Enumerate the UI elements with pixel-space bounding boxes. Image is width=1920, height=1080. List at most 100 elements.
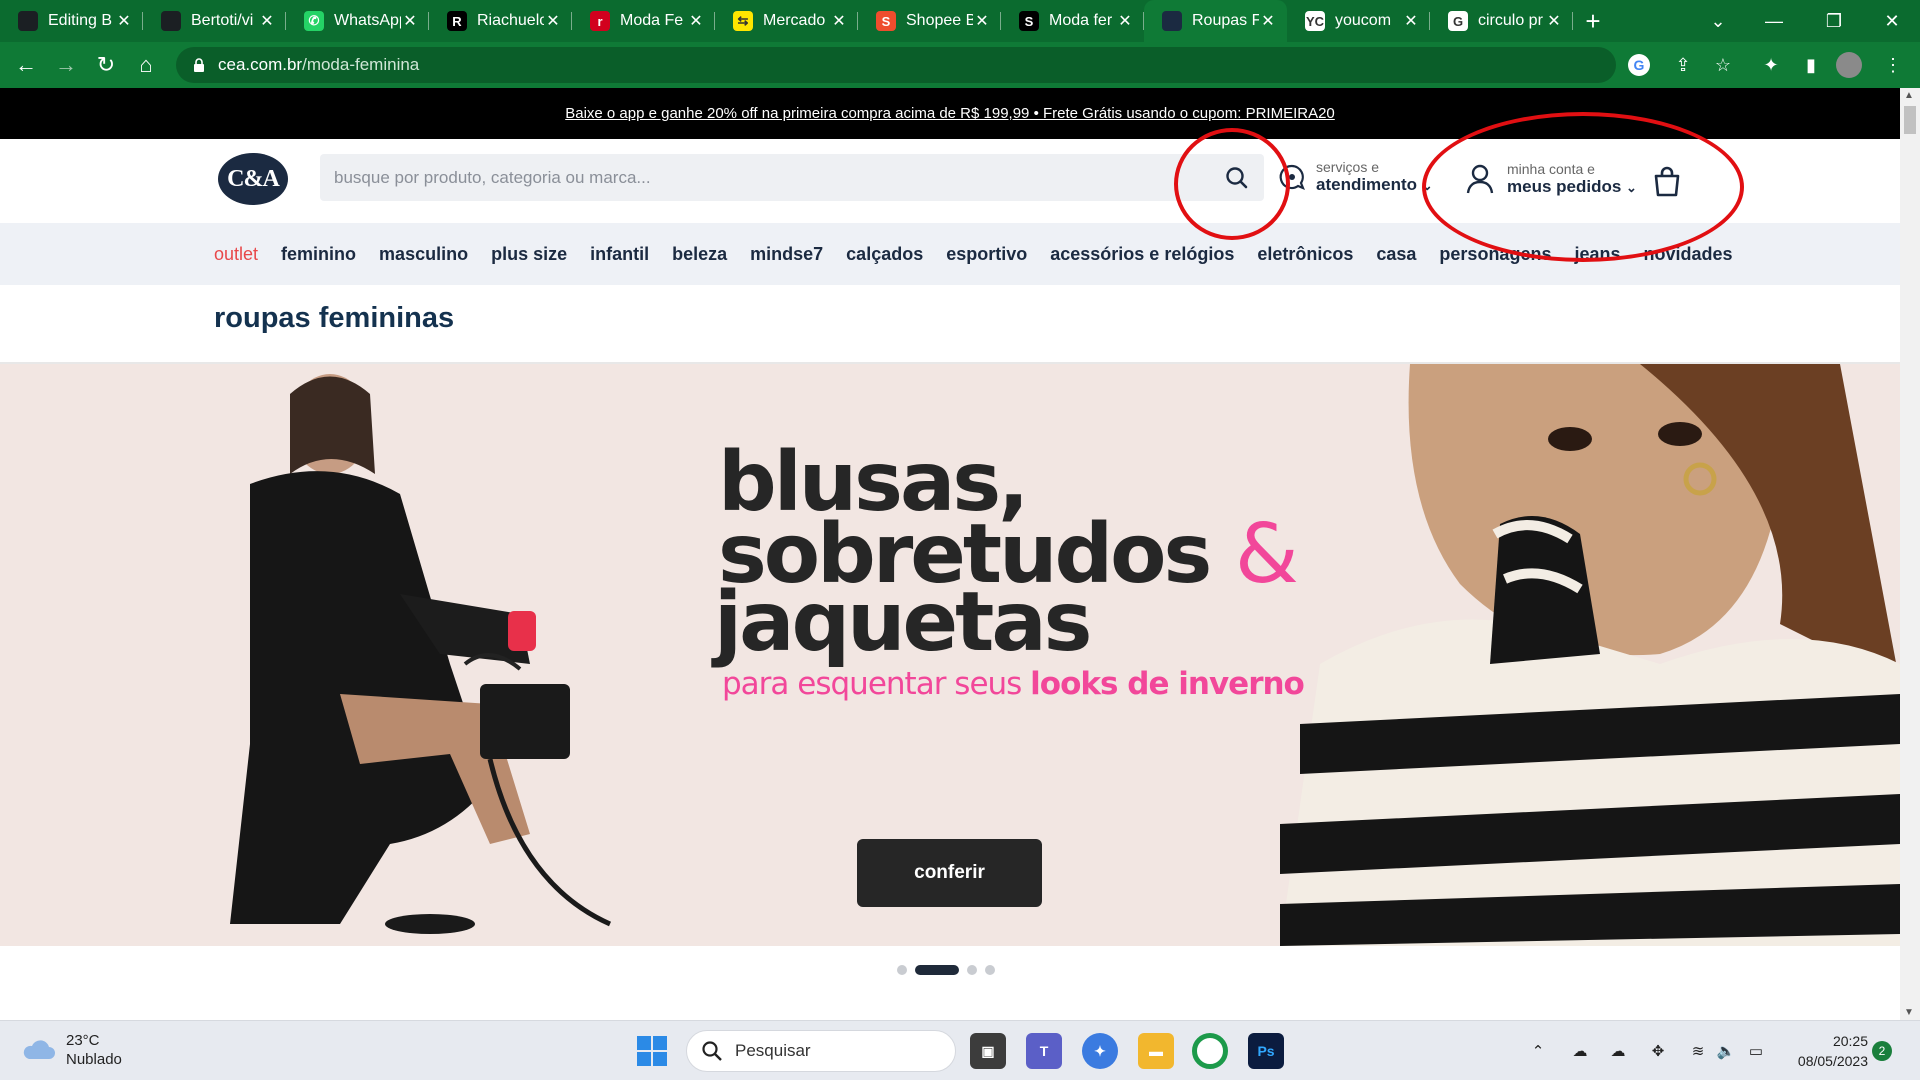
carousel-dots: [897, 965, 995, 975]
clock-date: 08/05/2023: [1797, 1053, 1868, 1069]
minimize-icon[interactable]: —: [1746, 0, 1802, 42]
file-explorer-icon[interactable]: ▬: [1138, 1033, 1174, 1069]
new-tab-button[interactable]: +: [1573, 0, 1613, 42]
promo-banner[interactable]: Baixe o app e ganhe 20% off na primeira …: [0, 88, 1900, 139]
services-label: atendimento: [1316, 174, 1418, 194]
side-panel-icon[interactable]: ▮: [1796, 50, 1826, 80]
browser-tab[interactable]: Roupas F ✕: [1144, 0, 1287, 42]
close-tab-icon[interactable]: ✕: [1545, 11, 1563, 31]
nav-item-masculino[interactable]: masculino: [379, 244, 468, 265]
close-tab-icon[interactable]: ✕: [1259, 11, 1277, 31]
shopee-icon: S: [876, 11, 896, 31]
forward-icon[interactable]: →: [46, 45, 86, 85]
nav-item-eletrônicos[interactable]: eletrônicos: [1257, 244, 1353, 265]
cea-logo[interactable]: C&A: [218, 153, 288, 205]
close-tab-icon[interactable]: ✕: [115, 11, 133, 31]
nav-item-outlet[interactable]: outlet: [214, 244, 258, 265]
conferir-button[interactable]: conferir: [857, 839, 1042, 907]
profile-avatar[interactable]: [1836, 52, 1862, 78]
close-tab-icon[interactable]: ✕: [1402, 11, 1420, 31]
close-tab-icon[interactable]: ✕: [830, 11, 848, 31]
browser-tab[interactable]: S Shopee B ✕: [858, 0, 1001, 42]
scroll-up-icon[interactable]: ▲: [1904, 90, 1914, 101]
carousel-dot[interactable]: [967, 965, 977, 975]
nav-item-plus-size[interactable]: plus size: [491, 244, 567, 265]
task-view-icon[interactable]: ▣: [970, 1033, 1006, 1069]
menu-icon[interactable]: ⋮: [1878, 50, 1908, 80]
nav-item-acessórios-e-relógios[interactable]: acessórios e relógios: [1050, 244, 1234, 265]
scrollbar-thumb[interactable]: [1904, 106, 1916, 134]
shopping-bag-icon[interactable]: [1652, 165, 1682, 197]
nav-item-casa[interactable]: casa: [1376, 244, 1416, 265]
close-window-icon[interactable]: ✕: [1864, 0, 1920, 42]
clock[interactable]: 20:25 08/05/2023: [1798, 1031, 1868, 1071]
windows-start-icon[interactable]: [636, 1035, 668, 1067]
browser-tab[interactable]: YC youcom ✕: [1287, 0, 1430, 42]
close-tab-icon[interactable]: ✕: [1116, 11, 1134, 31]
services-caption: serviços e: [1316, 158, 1380, 175]
wifi-icon[interactable]: ≋: [1686, 1039, 1710, 1063]
browser-tab[interactable]: R Riachuelo ✕: [429, 0, 572, 42]
carousel-dot[interactable]: [897, 965, 907, 975]
bookmark-star-icon[interactable]: ☆: [1708, 50, 1738, 80]
copilot-icon[interactable]: ✦: [1082, 1033, 1118, 1069]
chevron-up-icon[interactable]: ⌃: [1526, 1039, 1550, 1063]
dropbox-icon[interactable]: ✥: [1646, 1039, 1670, 1063]
home-icon[interactable]: ⌂: [126, 45, 166, 85]
nav-item-esportivo[interactable]: esportivo: [946, 244, 1027, 265]
weather-widget[interactable]: 23°C Nublado: [20, 1031, 122, 1069]
photoshop-icon[interactable]: Ps: [1248, 1033, 1284, 1069]
carousel-dot[interactable]: [915, 965, 959, 975]
close-tab-icon[interactable]: ✕: [687, 11, 705, 31]
back-icon[interactable]: ←: [6, 45, 46, 85]
browser-tab[interactable]: ✆ WhatsApp ✕: [286, 0, 429, 42]
scroll-down-icon[interactable]: ▼: [1904, 1007, 1914, 1018]
address-bar[interactable]: cea.com.br/moda-feminina: [176, 47, 1616, 83]
share-icon[interactable]: ⇪: [1668, 50, 1698, 80]
onedrive-icon[interactable]: ☁: [1606, 1039, 1630, 1063]
services-menu[interactable]: serviços e atendimento ⌄: [1278, 157, 1433, 197]
google-lens-icon[interactable]: G: [1628, 54, 1650, 76]
browser-tab[interactable]: S Moda fer ✕: [1001, 0, 1144, 42]
browser-tab[interactable]: r Moda Fe ✕: [572, 0, 715, 42]
nav-item-mindse7[interactable]: mindse7: [750, 244, 823, 265]
nav-item-beleza[interactable]: beleza: [672, 244, 727, 265]
page-title: roupas femininas: [214, 302, 455, 334]
tab-label: Bertoti/vi: [191, 12, 254, 29]
chrome-icon[interactable]: [1192, 1033, 1228, 1069]
hero-banner[interactable]: blusas, sobretudos & jaquetas para esque…: [0, 364, 1900, 946]
tab-search-icon[interactable]: ⌄: [1690, 0, 1746, 42]
nav-item-infantil[interactable]: infantil: [590, 244, 649, 265]
page-scrollbar[interactable]: ▲ ▼: [1900, 88, 1920, 1020]
close-tab-icon[interactable]: ✕: [544, 11, 562, 31]
tab-label: WhatsApp: [334, 12, 401, 29]
volume-icon[interactable]: 🔈: [1714, 1039, 1738, 1063]
nav-item-feminino[interactable]: feminino: [281, 244, 356, 265]
nav-item-jeans[interactable]: jeans: [1574, 244, 1620, 265]
reload-icon[interactable]: ↻: [86, 45, 126, 85]
carousel-dot[interactable]: [985, 965, 995, 975]
account-menu[interactable]: minha conta e meus pedidos ⌄: [1465, 159, 1637, 199]
battery-icon[interactable]: ▭: [1744, 1039, 1768, 1063]
extensions-icon[interactable]: ✦: [1756, 50, 1786, 80]
browser-tab[interactable]: Editing B ✕: [0, 0, 143, 42]
hero-subtitle-plain: para esquentar seus: [722, 666, 1031, 702]
close-tab-icon[interactable]: ✕: [401, 11, 419, 31]
browser-tab[interactable]: Gcirculo pr ✕: [1430, 0, 1573, 42]
browser-tab[interactable]: Bertoti/vi ✕: [143, 0, 286, 42]
taskbar-search[interactable]: Pesquisar: [686, 1030, 956, 1072]
chevron-down-icon: ⌄: [1626, 179, 1637, 195]
onedrive-error-icon[interactable]: ☁: [1568, 1039, 1592, 1063]
teams-icon[interactable]: T: [1026, 1033, 1062, 1069]
nav-item-novidades[interactable]: novidades: [1644, 244, 1733, 265]
browser-tab[interactable]: ⇆ Mercado ✕: [715, 0, 858, 42]
restore-icon[interactable]: ❐: [1806, 0, 1862, 42]
search-icon[interactable]: [1224, 165, 1250, 191]
close-tab-icon[interactable]: ✕: [258, 11, 276, 31]
close-tab-icon[interactable]: ✕: [973, 11, 991, 31]
search-input[interactable]: [334, 167, 1194, 188]
nav-item-calçados[interactable]: calçados: [846, 244, 923, 265]
nav-item-personagens[interactable]: personagens: [1439, 244, 1551, 265]
notification-badge[interactable]: 2: [1872, 1041, 1892, 1061]
clock-time: 20:25: [1832, 1033, 1868, 1049]
